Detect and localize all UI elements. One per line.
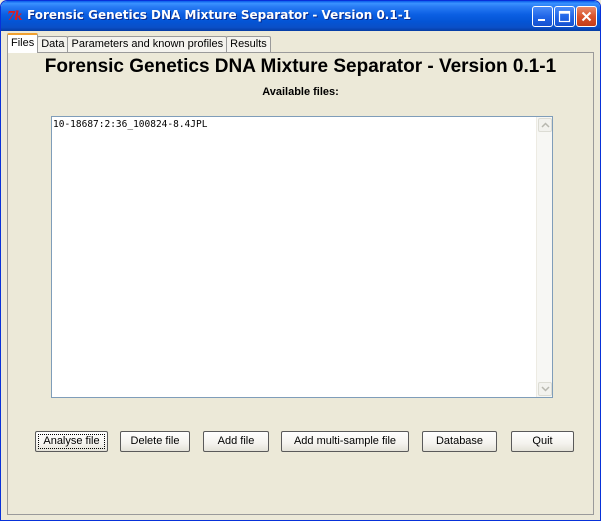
close-button[interactable] <box>576 6 597 27</box>
add-file-button[interactable]: Add file <box>203 431 269 452</box>
scroll-down-button[interactable] <box>538 382 552 396</box>
add-multi-sample-file-button[interactable]: Add multi-sample file <box>281 431 409 452</box>
tk-app-icon[interactable]: 7k <box>7 9 23 23</box>
analyse-file-button[interactable]: Analyse file <box>35 431 108 452</box>
title-bar[interactable]: 7k Forensic Genetics DNA Mixture Separat… <box>1 1 600 31</box>
tab-data[interactable]: Data <box>37 36 69 53</box>
tab-results[interactable]: Results <box>226 36 271 53</box>
minimize-icon <box>538 19 545 21</box>
maximize-icon <box>558 10 571 23</box>
chevron-up-icon <box>540 122 550 128</box>
tab-bar: Files Data Parameters and known profiles… <box>7 33 271 53</box>
tab-files[interactable]: Files <box>7 33 39 53</box>
page-title: Forensic Genetics DNA Mixture Separator … <box>44 56 557 77</box>
scroll-up-button[interactable] <box>538 118 552 132</box>
chevron-down-icon <box>540 386 550 392</box>
close-icon <box>581 11 592 22</box>
list-item[interactable]: 10-18687:2:36_100824-8.4JPL <box>53 119 536 131</box>
database-button[interactable]: Database <box>422 431 497 452</box>
quit-button[interactable]: Quit <box>511 431 574 452</box>
file-list: 10-18687:2:36_100824-8.4JPL <box>52 117 536 397</box>
files-panel: Forensic Genetics DNA Mixture Separator … <box>7 52 594 515</box>
minimize-button[interactable] <box>532 6 553 27</box>
window-client-area: Files Data Parameters and known profiles… <box>4 31 597 518</box>
window-title: Forensic Genetics DNA Mixture Separator … <box>27 8 412 22</box>
maximize-button[interactable] <box>554 6 575 27</box>
tab-parameters[interactable]: Parameters and known profiles <box>67 36 228 53</box>
vertical-scrollbar[interactable] <box>536 117 552 397</box>
main-window: 7k Forensic Genetics DNA Mixture Separat… <box>0 0 601 521</box>
available-files-label: Available files: <box>262 86 339 98</box>
delete-file-button[interactable]: Delete file <box>120 431 190 452</box>
available-files-listbox[interactable]: 10-18687:2:36_100824-8.4JPL <box>51 116 553 398</box>
